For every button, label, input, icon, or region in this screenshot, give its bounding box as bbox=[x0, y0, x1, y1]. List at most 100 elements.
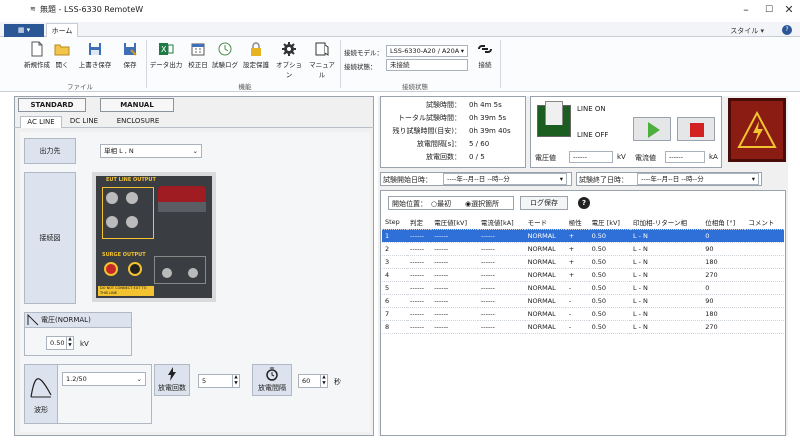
table-cell: NORMAL bbox=[524, 320, 566, 334]
manual-icon bbox=[315, 42, 329, 56]
file-menu-button[interactable]: ▦ ▾ bbox=[4, 24, 44, 37]
log-save-button[interactable]: ログ保存 bbox=[520, 196, 568, 210]
table-cell: 0.50 bbox=[588, 268, 630, 282]
col-current-measured[interactable]: 電流値[kA] bbox=[477, 216, 525, 230]
table-cell: 4 bbox=[382, 268, 408, 282]
data-export-button[interactable]: X データ出力 bbox=[148, 41, 184, 69]
group-label-connection: 接続状態 bbox=[402, 83, 428, 91]
radio-first[interactable]: ○最初 bbox=[431, 199, 451, 209]
table-row[interactable]: 7 ------ ------ ------ NORMAL -0.50 L - N 180 bbox=[382, 307, 784, 321]
discharge-count-spinner[interactable]: ▲ ▼ bbox=[232, 375, 239, 387]
output-label: 出力先 bbox=[24, 138, 76, 164]
table-cell: 3 bbox=[382, 255, 408, 269]
test-time-label: 試験時間： bbox=[426, 101, 461, 109]
col-comment[interactable]: コメント bbox=[745, 216, 784, 230]
open-button[interactable]: 開く bbox=[52, 41, 72, 69]
col-phase[interactable]: 印加相-リターン相 bbox=[629, 216, 703, 230]
col-phase-angle[interactable]: 位相角 [°] bbox=[702, 216, 746, 230]
table-cell: 6 bbox=[382, 294, 408, 308]
col-judge[interactable]: 判定 bbox=[407, 216, 432, 230]
output-select[interactable]: 単相 L , N ⌄ bbox=[100, 144, 202, 158]
close-button[interactable]: ✕ bbox=[778, 2, 800, 18]
eut-cable bbox=[158, 202, 206, 212]
col-voltage[interactable]: 電圧 [kV] bbox=[588, 216, 630, 230]
new-button[interactable]: 新規作成 bbox=[20, 41, 54, 69]
tab-manual[interactable]: MANUAL bbox=[100, 98, 174, 112]
gear-icon bbox=[282, 42, 296, 56]
manual-button[interactable]: マニュアル bbox=[306, 41, 338, 79]
table-cell: 270 bbox=[702, 320, 746, 334]
subtab-ac-line[interactable]: AC LINE bbox=[20, 116, 62, 128]
style-menu[interactable]: スタイル ▾ bbox=[730, 26, 764, 36]
current-reading-label: 電流値 bbox=[635, 154, 656, 162]
start-datetime-box: 試験開始日時： ----年--月--日 --時--分 ▾ bbox=[380, 172, 572, 186]
model-select[interactable]: LSS-6330-A20 / A20A ▾ bbox=[386, 45, 468, 57]
voltage-wave-icon bbox=[27, 314, 39, 326]
table-cell: 1 bbox=[382, 229, 408, 243]
question-icon[interactable]: ? bbox=[578, 197, 590, 209]
save-icon bbox=[89, 43, 101, 55]
table-cell: NORMAL bbox=[524, 229, 566, 243]
discharge-interval-unit: 秒 bbox=[334, 378, 341, 386]
window-title: 無題 - LSS-6330 RemoteW bbox=[40, 5, 144, 14]
table-cell: - bbox=[565, 307, 589, 321]
overwrite-save-button[interactable]: 上書き保存 bbox=[74, 41, 116, 69]
ribbon-separator bbox=[340, 40, 341, 88]
subtab-dc-line[interactable]: DC LINE bbox=[64, 117, 104, 125]
ribbon-separator bbox=[500, 40, 501, 88]
calibration-date-button[interactable]: 校正日 bbox=[185, 41, 211, 69]
table-row[interactable]: 1 ------ ------ ------ NORMAL +0.50 L - N0 bbox=[382, 229, 784, 243]
table-cell: 270 bbox=[702, 268, 746, 282]
test-log-button[interactable]: 試験ログ bbox=[211, 41, 239, 69]
col-step[interactable]: Step bbox=[382, 216, 408, 230]
subtab-enclosure[interactable]: ENCLOSURE bbox=[110, 117, 166, 125]
tab-home[interactable]: ホーム bbox=[46, 23, 78, 38]
table-cell: ------ bbox=[431, 294, 478, 308]
table-cell: ------ bbox=[477, 268, 525, 282]
discharge-interval-spinner[interactable]: ▲ ▼ bbox=[320, 375, 327, 387]
connect-button[interactable]: 接続 bbox=[474, 41, 496, 69]
table-cell: 0.50 bbox=[588, 229, 630, 243]
col-mode[interactable]: モード bbox=[524, 216, 566, 230]
test-status-box: 試験時間： 0h 4m 5s トータル試験時間： 0h 39m 5s 残り試験時… bbox=[380, 96, 526, 168]
save-button[interactable]: 保存 bbox=[118, 41, 142, 69]
table-cell: NORMAL bbox=[524, 255, 566, 269]
table-row[interactable]: 8 ------ ------ ------ NORMAL -0.50 L - N 270 bbox=[382, 320, 784, 334]
discharge-interval-status-value: 5 / 60 bbox=[469, 140, 490, 148]
terminal-n bbox=[126, 192, 138, 204]
col-polarity[interactable]: 極性 bbox=[565, 216, 589, 230]
table-cell: ------ bbox=[407, 255, 432, 269]
table-row[interactable]: 2 ------ ------ ------ NORMAL +0.50 L - N 90 bbox=[382, 242, 784, 256]
play-icon bbox=[648, 122, 660, 138]
option-button[interactable]: オプション bbox=[273, 41, 305, 79]
help-icon[interactable]: ? bbox=[782, 25, 792, 35]
table-row[interactable]: 5 ------ ------ ------ NORMAL -0.50 L - N0 bbox=[382, 281, 784, 295]
voltage-spinner[interactable]: ▲ ▼ bbox=[66, 337, 73, 349]
minimize-button[interactable]: – bbox=[735, 2, 757, 18]
current-reading-value: ------ bbox=[665, 151, 705, 163]
setting-protect-button[interactable]: 設定保護 bbox=[240, 41, 272, 69]
col-voltage-measured[interactable]: 電圧値[kV] bbox=[431, 216, 478, 230]
table-cell: + bbox=[565, 242, 589, 256]
voltage-reading-label: 電圧値 bbox=[535, 154, 556, 162]
table-cell: 90 bbox=[702, 242, 746, 256]
line-switch-body bbox=[545, 101, 563, 125]
end-datetime-field[interactable]: ----年--月--日 --時--分 ▾ bbox=[637, 173, 759, 185]
table-cell: - bbox=[565, 281, 589, 295]
waveform-select[interactable]: 1.2/50 ⌄ bbox=[62, 372, 146, 386]
table-cell: 0.50 bbox=[588, 320, 630, 334]
radio-selected[interactable]: ◉選択箇所 bbox=[465, 199, 499, 209]
start-button[interactable] bbox=[633, 117, 671, 141]
table-cell bbox=[745, 281, 784, 295]
log-icon bbox=[218, 42, 232, 56]
table-row[interactable]: 3 ------ ------ ------ NORMAL +0.50 L - N 180 bbox=[382, 255, 784, 269]
table-cell: ------ bbox=[431, 320, 478, 334]
table-cell bbox=[745, 255, 784, 269]
start-datetime-field[interactable]: ----年--月--日 --時--分 ▾ bbox=[443, 173, 567, 185]
tab-standard[interactable]: STANDARD bbox=[18, 98, 86, 112]
stop-button[interactable] bbox=[677, 117, 715, 141]
table-row[interactable]: 6 ------ ------ ------ NORMAL -0.50 L - N 90 bbox=[382, 294, 784, 308]
table-row[interactable]: 4 ------ ------ ------ NORMAL +0.50 L - N 270 bbox=[382, 268, 784, 282]
maximize-button[interactable]: ☐ bbox=[758, 2, 780, 18]
voltage-unit: kV bbox=[80, 340, 89, 348]
